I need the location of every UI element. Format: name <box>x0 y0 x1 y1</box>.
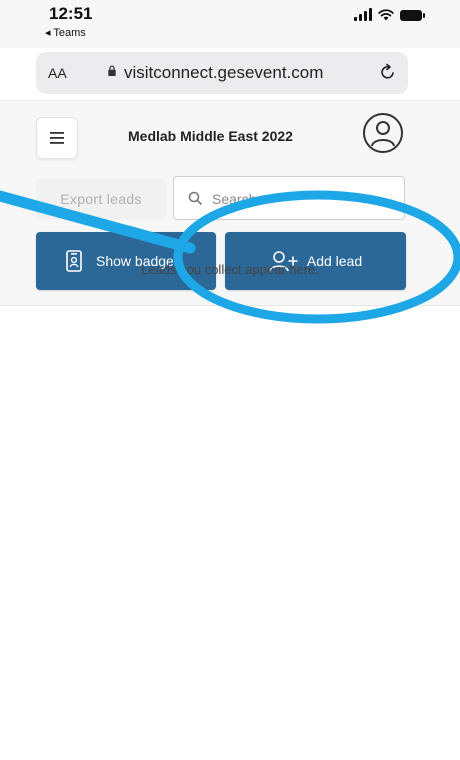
address-bar[interactable]: AA visitconnect.gesevent.com <box>36 52 408 94</box>
back-to-app-link[interactable]: ◂ Teams <box>45 26 86 39</box>
search-input[interactable] <box>210 187 399 211</box>
export-leads-button[interactable]: Export leads <box>36 178 166 220</box>
app-header: Medlab Middle East 2022 <box>0 100 460 176</box>
search-icon <box>188 191 202 205</box>
show-badge-button[interactable]: Show badge <box>36 232 216 290</box>
user-icon <box>371 121 395 147</box>
empty-state-message: Leads you collect appear here. <box>141 262 319 277</box>
profile-avatar-button[interactable] <box>363 113 403 153</box>
lock-icon <box>108 65 116 76</box>
status-bar: 12:51 ◂ Teams <box>0 0 460 48</box>
page-title: Medlab Middle East 2022 <box>128 128 293 144</box>
status-time: 12:51 <box>49 4 93 23</box>
text-size-button[interactable]: AA <box>48 65 67 81</box>
battery-icon <box>400 10 425 21</box>
wifi-icon <box>378 9 394 21</box>
signal-icon <box>354 8 372 21</box>
status-icons <box>354 8 425 21</box>
menu-button[interactable] <box>36 117 78 159</box>
url-text[interactable]: visitconnect.gesevent.com <box>124 63 323 83</box>
add-lead-button[interactable]: Add lead <box>225 232 406 290</box>
reload-icon[interactable] <box>378 62 398 82</box>
search-box[interactable] <box>173 176 405 220</box>
hamburger-icon <box>50 132 64 144</box>
